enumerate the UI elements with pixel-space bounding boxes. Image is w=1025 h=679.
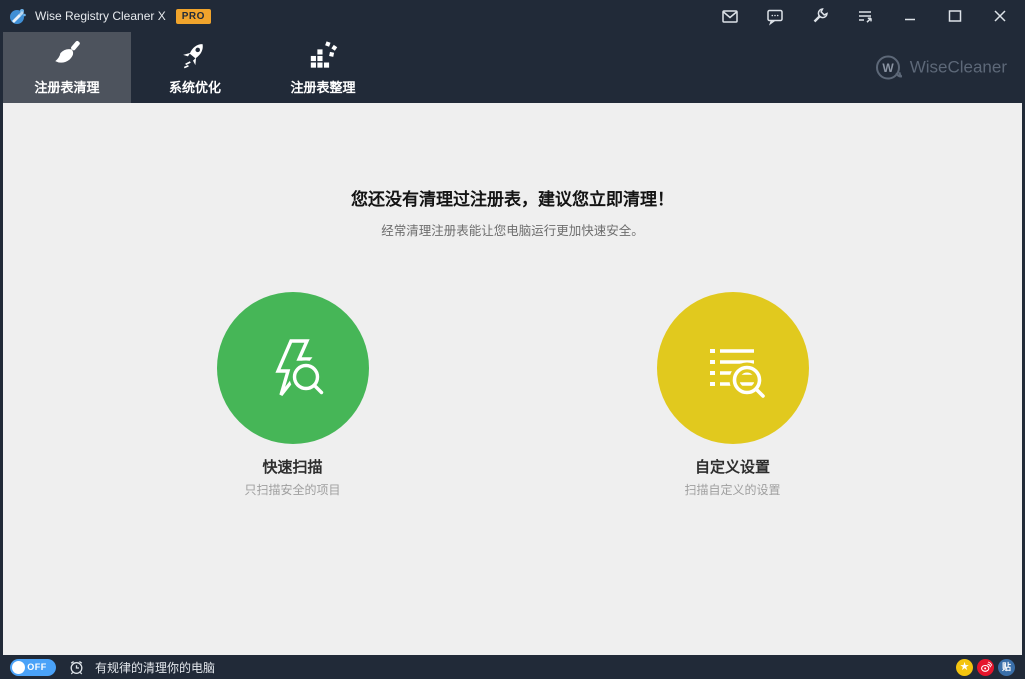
defrag-blocks-icon [308, 40, 338, 70]
custom-scan-subtitle: 扫描自定义的设置 [684, 481, 780, 498]
app-logo-icon [8, 6, 28, 26]
alarm-clock-icon [68, 659, 85, 676]
qzone-star: ★ [960, 662, 970, 673]
window-title: Wise Registry Cleaner X [35, 9, 166, 23]
list-scan-icon [693, 328, 773, 408]
minimize-button[interactable] [898, 4, 922, 28]
quick-scan-action: 快速扫描 只扫描安全的项目 [217, 292, 369, 498]
title-bar: Wise Registry Cleaner X PRO [0, 0, 1025, 32]
close-button[interactable] [988, 4, 1012, 28]
wisecleaner-logo-text: WiseCleaner [910, 58, 1007, 78]
titlebar-buttons [697, 4, 1012, 28]
tieba-icon[interactable]: 贴 [998, 659, 1015, 676]
main-content: 您还没有清理过注册表，建议您立即清理！ 经常清理注册表能让您电脑运行更加快速安全… [3, 103, 1022, 655]
svg-text:W: W [882, 61, 894, 75]
mail-icon[interactable] [718, 4, 742, 28]
brush-icon [52, 40, 82, 70]
status-message: 有规律的清理你的电脑 [95, 659, 215, 676]
tab-label: 注册表清理 [34, 77, 99, 96]
maximize-button[interactable] [943, 4, 967, 28]
status-bar: OFF 有规律的清理你的电脑 ★ [0, 655, 1025, 679]
menu-icon[interactable] [853, 4, 877, 28]
tab-label: 系统优化 [169, 77, 221, 96]
tab-label: 注册表整理 [290, 77, 355, 96]
tab-registry-cleaner[interactable]: 注册表清理 [3, 32, 131, 103]
quick-scan-title: 快速扫描 [262, 456, 322, 477]
tieba-glyph: 贴 [1002, 663, 1011, 672]
tab-bar: 注册表清理 系统优化 [0, 32, 1025, 103]
wrench-icon[interactable] [808, 4, 832, 28]
custom-scan-button[interactable] [657, 292, 809, 444]
tab-registry-defrag[interactable]: 注册表整理 [259, 32, 387, 103]
page-subtitle: 经常清理注册表能让您电脑运行更加快速安全。 [381, 220, 644, 239]
quick-scan-subtitle: 只扫描安全的项目 [244, 481, 340, 498]
weibo-icon[interactable] [977, 659, 994, 676]
app-window: Wise Registry Cleaner X PRO [0, 0, 1025, 679]
wisecleaner-logo: W WiseCleaner [875, 54, 1007, 81]
toggle-knob [12, 661, 25, 674]
rocket-icon [180, 40, 210, 70]
custom-scan-title: 自定义设置 [695, 456, 770, 477]
pro-badge: PRO [176, 9, 211, 24]
qzone-icon[interactable]: ★ [956, 659, 973, 676]
lightning-scan-icon [253, 328, 333, 408]
quick-scan-button[interactable] [217, 292, 369, 444]
custom-scan-action: 自定义设置 扫描自定义的设置 [657, 292, 809, 498]
wisecleaner-logo-icon: W [875, 54, 902, 81]
tab-system-tuneup[interactable]: 系统优化 [131, 32, 259, 103]
schedule-toggle[interactable]: OFF [10, 659, 56, 676]
share-icons: ★ 贴 [956, 659, 1015, 676]
scan-actions: 快速扫描 只扫描安全的项目 [217, 292, 809, 498]
page-title: 您还没有清理过注册表，建议您立即清理！ [351, 185, 674, 210]
toggle-state-label: OFF [27, 662, 54, 672]
feedback-icon[interactable] [763, 4, 787, 28]
